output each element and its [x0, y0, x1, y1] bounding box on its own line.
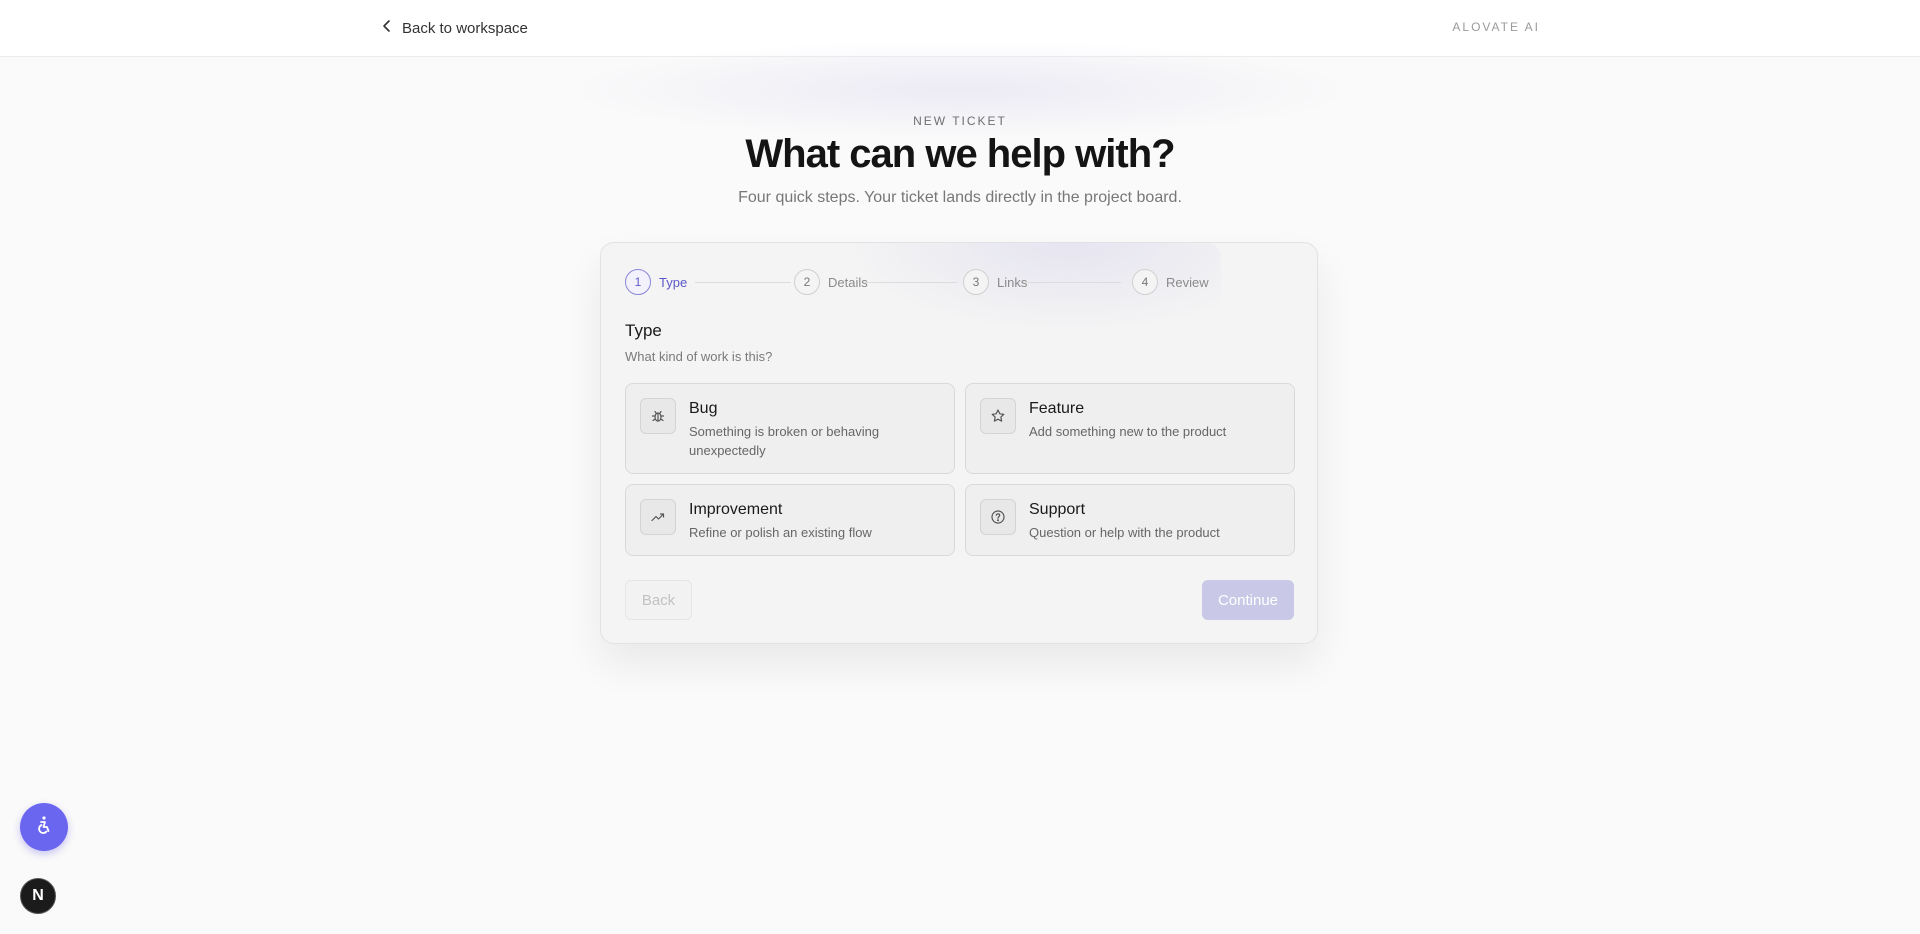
- back-link-label: Back to workspace: [402, 19, 528, 37]
- step-details[interactable]: 2 Details: [794, 267, 868, 297]
- step-label: Details: [828, 274, 868, 290]
- page-title: What can we help with?: [745, 132, 1175, 176]
- option-title: Feature: [1029, 400, 1085, 417]
- step-links[interactable]: 3 Links: [963, 267, 1027, 297]
- star-icon: [980, 398, 1016, 434]
- step-connector: [695, 282, 791, 283]
- step-number: 1: [625, 269, 651, 295]
- page-subtitle: Four quick steps. Your ticket lands dire…: [738, 189, 1182, 206]
- ticket-wizard-card: 1 Type 2 Details 3 Links 4 Review Type W…: [600, 242, 1318, 644]
- option-title: Improvement: [689, 501, 783, 518]
- option-description: Something is broken or behaving unexpect…: [689, 424, 880, 458]
- trending-up-icon: [640, 499, 676, 535]
- step-number: 4: [1132, 269, 1158, 295]
- step-label: Review: [1166, 274, 1209, 290]
- help-circle-icon: [980, 499, 1016, 535]
- option-support[interactable]: Support Question or help with the produc…: [965, 484, 1295, 556]
- bug-icon: [640, 398, 676, 434]
- step-label: Links: [997, 274, 1028, 290]
- option-description: Question or help with the product: [1029, 525, 1220, 540]
- step-number: 2: [794, 269, 820, 295]
- brand-name: ALOVATE AI: [1452, 20, 1540, 34]
- option-title: Bug: [689, 400, 718, 417]
- back-button[interactable]: Back: [625, 580, 692, 620]
- continue-button[interactable]: Continue: [1202, 580, 1294, 620]
- accessibility-icon: [33, 814, 55, 841]
- back-to-workspace-link[interactable]: Back to workspace: [380, 17, 528, 39]
- step-number: 3: [963, 269, 989, 295]
- step-connector: [1025, 282, 1121, 283]
- option-title: Support: [1029, 501, 1086, 518]
- option-description: Add something new to the product: [1029, 424, 1227, 439]
- option-bug[interactable]: Bug Something is broken or behaving unex…: [625, 383, 955, 474]
- chevron-left-icon: [380, 19, 394, 37]
- stepper: 1 Type 2 Details 3 Links 4 Review: [625, 267, 1293, 297]
- step-review[interactable]: 4 Review: [1132, 267, 1209, 297]
- section-title: Type: [625, 321, 662, 340]
- dev-badge[interactable]: N: [20, 878, 56, 914]
- accessibility-button[interactable]: [20, 803, 68, 851]
- step-label: Type: [659, 274, 688, 290]
- step-type[interactable]: 1 Type: [625, 267, 687, 297]
- option-improvement[interactable]: Improvement Refine or polish an existing…: [625, 484, 955, 556]
- step-connector: [865, 282, 957, 283]
- option-description: Refine or polish an existing flow: [689, 525, 872, 540]
- page-eyebrow: NEW TICKET: [913, 114, 1007, 128]
- section-subtitle: What kind of work is this?: [625, 349, 773, 364]
- option-feature[interactable]: Feature Add something new to the product: [965, 383, 1295, 474]
